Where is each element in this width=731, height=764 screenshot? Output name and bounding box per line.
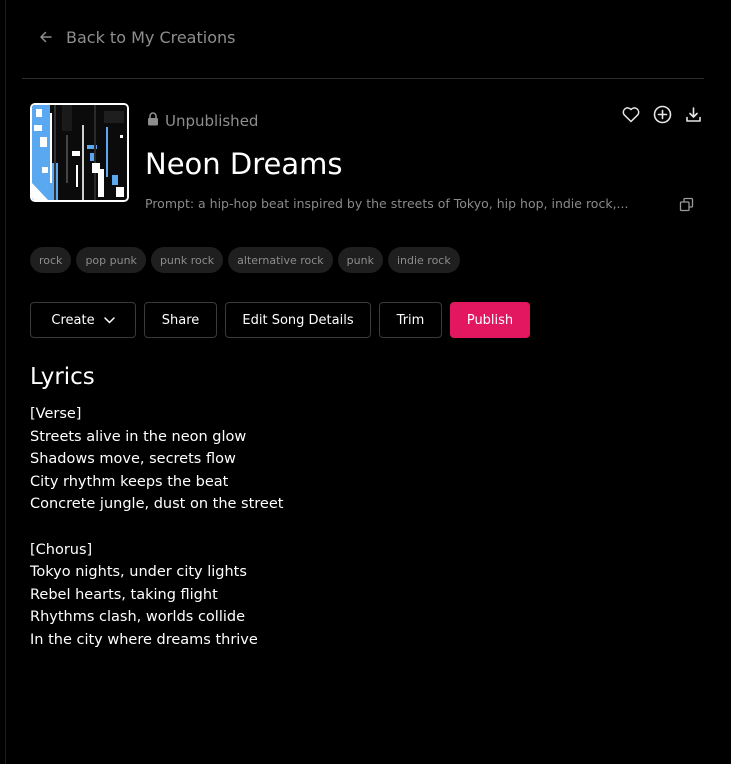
publish-status: Unpublished	[147, 111, 258, 131]
song-detail-page: Back to My Creations Unpublished Neon Dr…	[0, 0, 731, 764]
lyrics-line: Rebel hearts, taking flight	[30, 586, 218, 603]
lyrics-line: In the city where dreams thrive	[30, 631, 258, 648]
lyrics-line	[30, 516, 283, 539]
back-link-label: Back to My Creations	[66, 27, 236, 47]
back-link[interactable]: Back to My Creations	[38, 26, 235, 48]
sidebar-edge	[5, 0, 6, 764]
album-cover[interactable]	[30, 103, 129, 202]
song-title: Neon Dreams	[145, 147, 343, 181]
genre-tags: rock pop punk punk rock alternative rock…	[30, 247, 460, 273]
tag-indie-rock[interactable]: indie rock	[387, 247, 460, 273]
song-prompt: Prompt: a hip-hop beat inspired by the s…	[145, 196, 629, 211]
lyrics-heading: Lyrics	[30, 364, 95, 390]
plus-circle-icon[interactable]	[653, 105, 672, 128]
tag-punk[interactable]: punk	[337, 247, 383, 273]
lyrics-line: Streets alive in the neon glow	[30, 428, 247, 445]
edit-song-details-button[interactable]: Edit Song Details	[225, 302, 371, 338]
tag-pop-punk[interactable]: pop punk	[76, 247, 146, 273]
publish-button[interactable]: Publish	[450, 302, 530, 338]
lyrics-line: Tokyo nights, under city lights	[30, 564, 247, 581]
header-divider	[22, 78, 704, 79]
lyrics-line: City rhythm keeps the beat	[30, 473, 229, 490]
lyrics-line: Shadows move, secrets flow	[30, 451, 236, 468]
heart-icon[interactable]	[622, 106, 640, 127]
song-actions-icons	[622, 105, 702, 128]
tag-rock[interactable]: rock	[30, 247, 72, 273]
share-button[interactable]: Share	[144, 302, 217, 338]
lyrics-line: [Verse]	[30, 406, 82, 422]
lyrics-line: Rhythms clash, worlds collide	[30, 609, 246, 626]
download-icon[interactable]	[685, 106, 702, 127]
lock-icon	[147, 112, 159, 130]
chevron-down-icon	[103, 313, 115, 328]
arrow-left-icon	[38, 29, 54, 45]
tag-punk-rock[interactable]: punk rock	[150, 247, 224, 273]
lyrics-body: [Verse] Streets alive in the neon glow S…	[30, 403, 283, 652]
create-button-label: Create	[51, 312, 95, 328]
tag-alternative-rock[interactable]: alternative rock	[228, 247, 333, 273]
create-button[interactable]: Create	[30, 302, 136, 338]
copy-icon[interactable]	[679, 197, 694, 216]
lyrics-line: [Chorus]	[30, 541, 93, 558]
trim-button[interactable]: Trim	[379, 302, 442, 338]
lyrics-line: Concrete jungle, dust on the street	[30, 496, 284, 513]
status-label: Unpublished	[165, 112, 259, 130]
